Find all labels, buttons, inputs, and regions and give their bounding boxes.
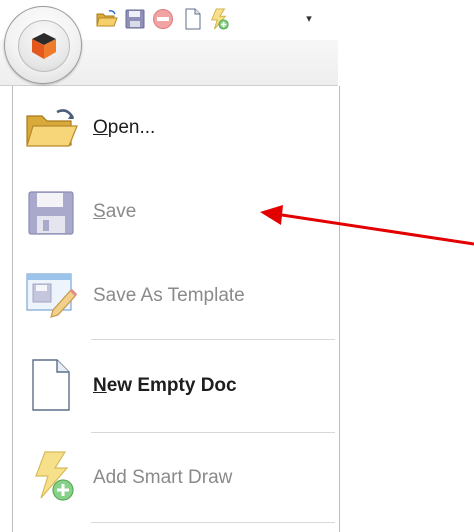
save-disk-icon [23, 184, 79, 240]
new-accelerator: N [93, 375, 107, 396]
smart-draw-icon [23, 448, 79, 504]
open-folder-icon [96, 10, 118, 27]
application-menu-button[interactable] [4, 6, 82, 84]
smart-draw-icon [210, 8, 229, 30]
menu-item-open[interactable]: Open... [13, 88, 339, 168]
save-as-template-icon [23, 266, 79, 322]
qat-new-document-button[interactable] [182, 8, 204, 30]
application-window: ▾ Open... Save Save As Template New Empt… [0, 0, 474, 532]
menu-item-new-empty-doc-label: New Empty Doc [93, 375, 237, 396]
menu-item-save[interactable]: Save [13, 172, 339, 252]
open-folder-icon [23, 100, 79, 156]
save-accelerator: S [93, 201, 106, 222]
menu-item-save-as-template[interactable]: Save As Template [13, 254, 339, 334]
menu-item-open-label: Open... [93, 117, 156, 138]
new-document-icon [23, 356, 79, 412]
stop-icon [153, 9, 173, 29]
menu-item-save-label: Save [93, 201, 137, 222]
menu-separator [91, 339, 335, 340]
menu-item-add-smart-draw[interactable]: Add Smart Draw [13, 436, 339, 516]
menu-separator [91, 522, 335, 523]
qat-customize-button[interactable]: ▾ [303, 12, 315, 26]
menu-separator [91, 432, 335, 433]
application-orb-inner [18, 20, 70, 72]
menu-item-new-empty-doc[interactable]: New Empty Doc [13, 344, 339, 424]
qat-open-button[interactable] [96, 8, 118, 30]
qat-stop-button[interactable] [152, 8, 174, 30]
save-disk-icon [125, 9, 145, 29]
new-document-icon [185, 8, 201, 30]
menu-item-save-as-template-label: Save As Template [93, 285, 245, 306]
qat-smart-draw-button[interactable] [208, 8, 230, 30]
qat-save-button[interactable] [124, 8, 146, 30]
open-accelerator: O [93, 117, 108, 138]
menu-item-add-smart-draw-label: Add Smart Draw [93, 467, 233, 488]
application-menu: Open... Save Save As Template New Empty … [12, 86, 340, 532]
orange-cube-logo [32, 33, 56, 59]
